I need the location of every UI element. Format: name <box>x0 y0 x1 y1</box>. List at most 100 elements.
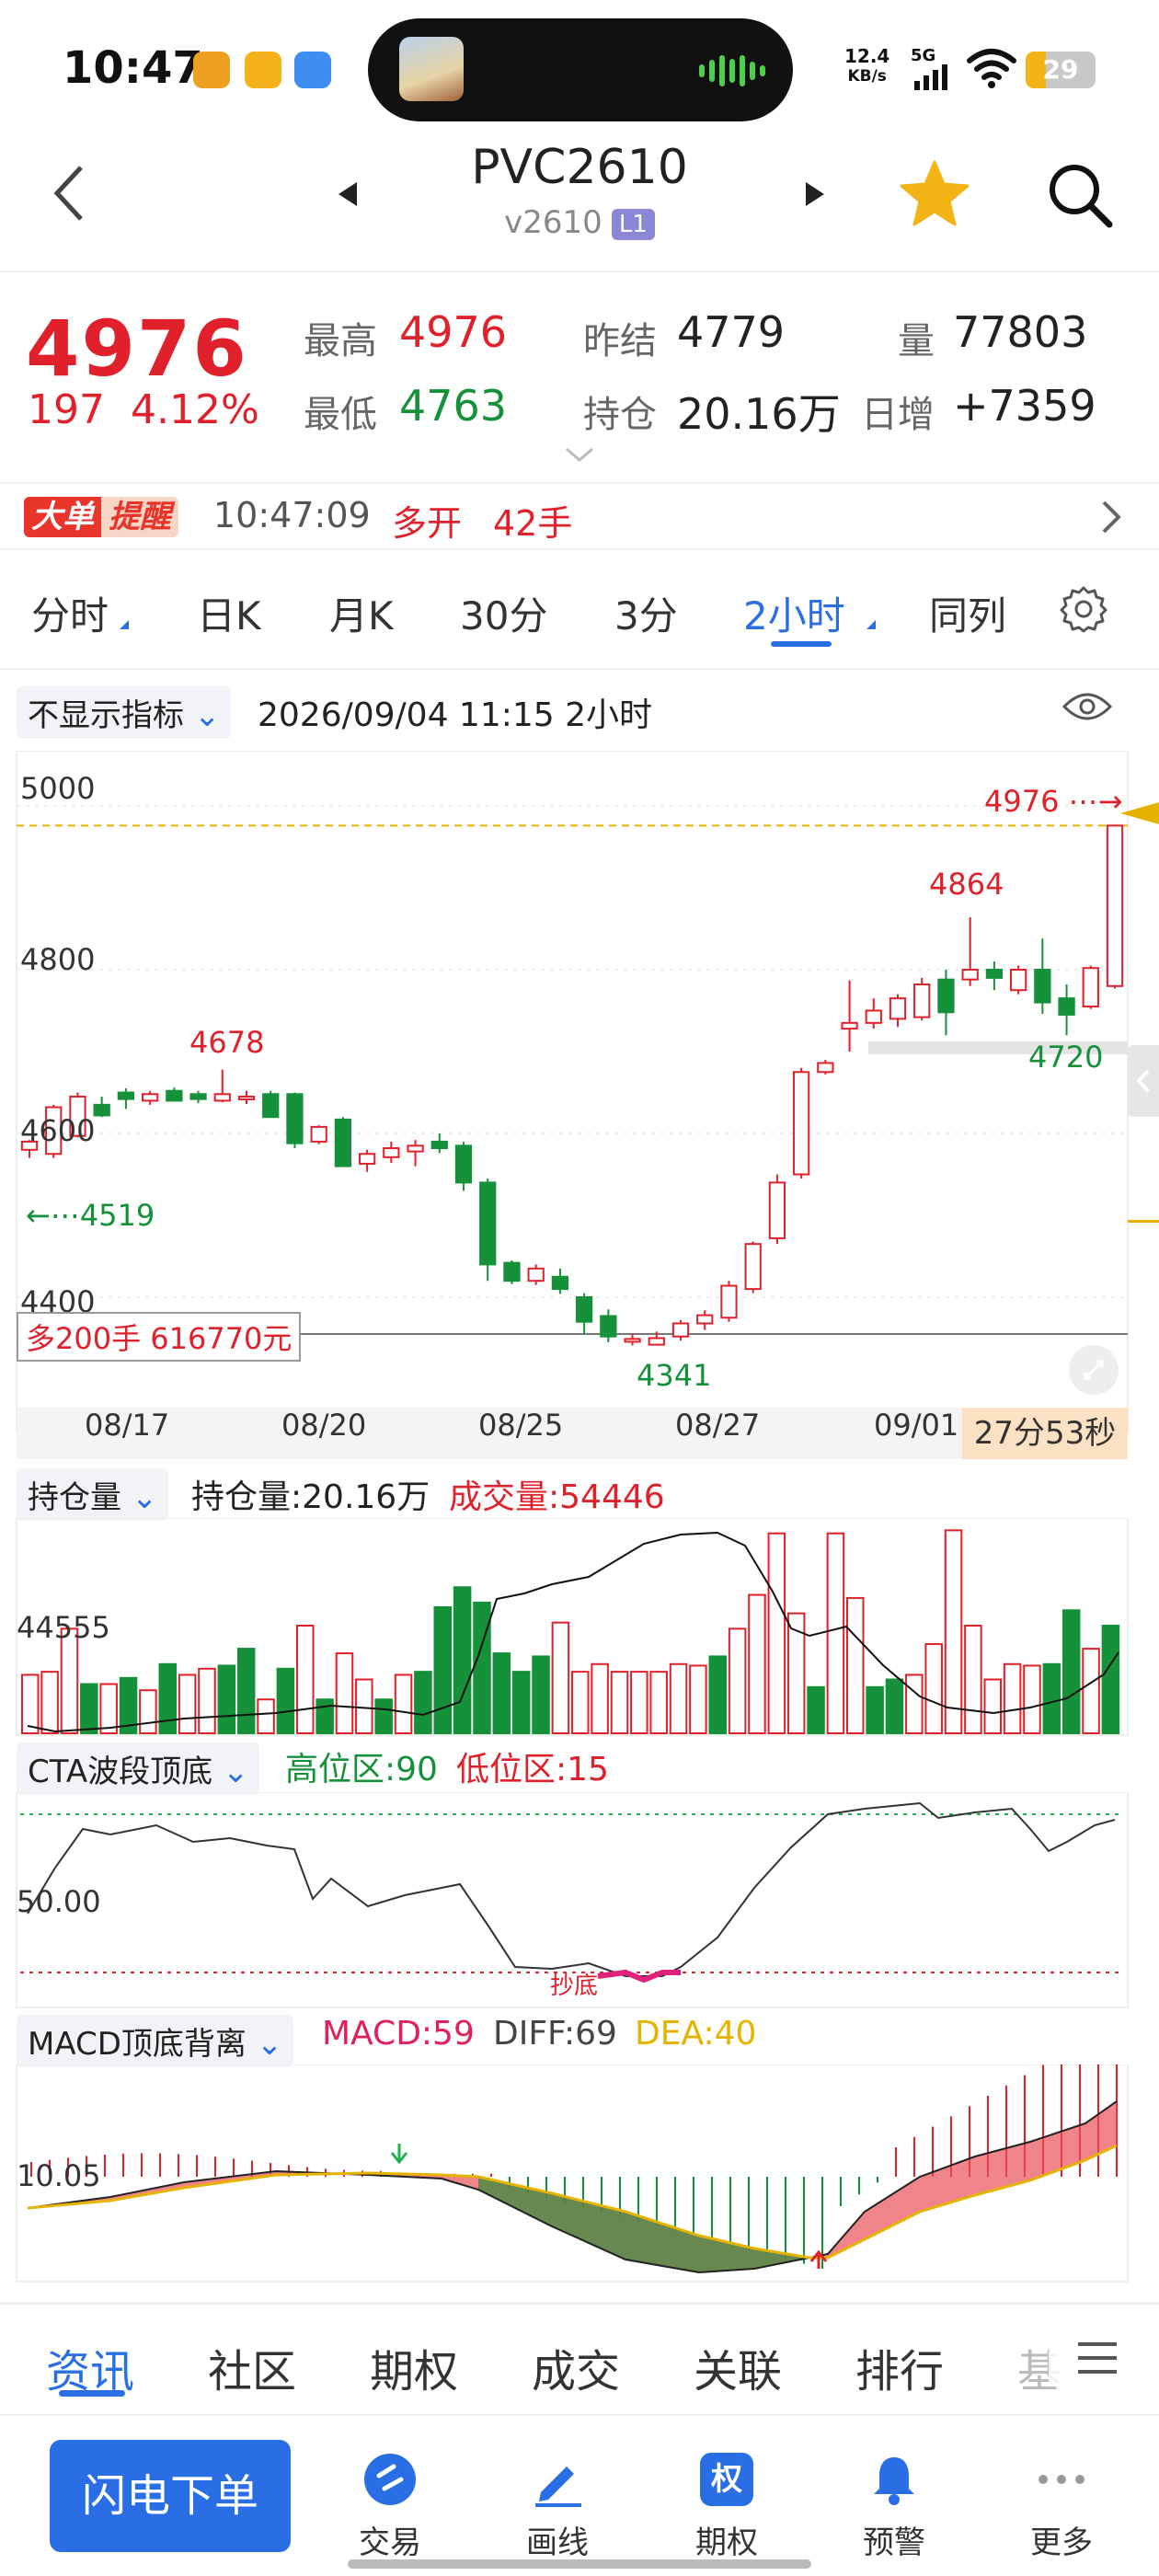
flash-order-button[interactable]: 闪电下单 <box>50 2440 291 2552</box>
tab-ranking[interactable]: 排行 <box>855 2335 944 2399</box>
volume-bar <box>178 1673 197 1735</box>
volume-value: 77803 <box>953 307 1088 357</box>
search-icon[interactable] <box>1045 160 1115 230</box>
dea-value: DEA:40 <box>635 2015 757 2053</box>
candle <box>141 1090 159 1105</box>
candle <box>671 1319 690 1341</box>
network-speed: 12.4 KB/s <box>844 45 890 86</box>
tab-3min[interactable]: 3分 <box>614 585 678 641</box>
candle <box>407 1140 424 1167</box>
prev-settle-label: 昨结 <box>583 320 657 362</box>
candle-body <box>407 1144 424 1153</box>
tab-30min[interactable]: 30分 <box>460 585 547 641</box>
candle-body <box>744 1243 762 1291</box>
dropdown-corner-icon <box>866 620 876 629</box>
volume-bar <box>257 1698 275 1735</box>
alert-button[interactable]: 预警 <box>839 2449 949 2562</box>
battery-indicator: 29 <box>1026 52 1096 88</box>
candle <box>696 1310 714 1330</box>
volume-bar <box>807 1685 825 1735</box>
candle <box>454 1141 473 1191</box>
tab-intraday[interactable]: 分时 <box>31 585 109 641</box>
macd-indicator-select[interactable]: MACD顶底背离 ⌄ <box>17 2015 294 2067</box>
indicator-select[interactable]: 不显示指标 ⌄ <box>17 686 232 739</box>
chart-datetime: 2026/09/04 11:15 2小时 <box>258 696 653 734</box>
candle <box>744 1241 762 1294</box>
tab-monthly[interactable]: 月K <box>329 585 394 641</box>
prev-settle-value: 4779 <box>677 307 786 357</box>
volume-bar <box>591 1662 609 1735</box>
chevron-down-icon: ⌄ <box>193 697 221 734</box>
last-price: 4976 <box>26 304 248 394</box>
candle-body <box>792 1071 810 1176</box>
candle <box>575 1293 593 1335</box>
candle <box>792 1067 810 1179</box>
chart-notification-icon <box>294 52 331 88</box>
hamburger-menu-icon[interactable] <box>1076 2340 1119 2375</box>
volume-bar <box>433 1605 453 1734</box>
candle-body <box>430 1140 448 1150</box>
candle-body <box>213 1093 231 1102</box>
price-pointer-icon <box>1120 802 1159 824</box>
oi-indicator-select[interactable]: 持仓量 ⌄ <box>17 1468 169 1521</box>
fullscreen-icon[interactable] <box>1069 1345 1119 1395</box>
candle <box>1082 965 1099 1009</box>
candle <box>262 1090 280 1119</box>
candle <box>720 1281 738 1322</box>
cta-indicator-select[interactable]: CTA波段顶底 ⌄ <box>17 1742 260 1795</box>
volume-bar <box>728 1627 747 1734</box>
volume-bar <box>414 1671 432 1734</box>
volume-bar <box>1003 1662 1022 1735</box>
volume-bar <box>826 1532 845 1735</box>
price-level-tick <box>1128 1220 1159 1223</box>
volume-oi-chart[interactable] <box>0 1518 1159 1737</box>
side-collapse-handle[interactable] <box>1128 1045 1159 1117</box>
chevron-down-icon: ⌄ <box>222 1754 249 1790</box>
candle-body <box>286 1093 304 1144</box>
volume-bar <box>158 1662 178 1735</box>
tab-daily[interactable]: 日K <box>197 585 261 641</box>
tab-trades[interactable]: 成交 <box>532 2335 620 2399</box>
bottom-signal-label: 抄底 <box>550 1972 599 2000</box>
chevron-right-icon[interactable] <box>1100 499 1124 535</box>
bar-countdown: 27分53秒 <box>962 1408 1128 1459</box>
tab-community[interactable]: 社区 <box>208 2335 296 2399</box>
tab-2hour[interactable]: 2小时 <box>743 585 845 641</box>
star-icon[interactable] <box>900 158 970 228</box>
y-tick: 50.00 <box>17 1884 101 1919</box>
volume-bar <box>236 1648 256 1734</box>
candle-body <box>985 969 1004 979</box>
status-bar: 10:47 12.4 KB/s 5G 29 <box>0 0 1159 138</box>
candle-body <box>768 1181 786 1239</box>
draw-line-button[interactable]: 画线 <box>502 2449 613 2562</box>
candle <box>237 1090 256 1104</box>
candle <box>166 1087 183 1102</box>
option-button[interactable]: 权 期权 <box>671 2449 782 2562</box>
candle <box>1058 984 1075 1036</box>
candle-body <box>166 1089 183 1102</box>
tab-options[interactable]: 期权 <box>370 2335 458 2399</box>
volume-value-text: 成交量:54446 <box>449 1478 665 1516</box>
high-label: 最高 <box>304 320 377 362</box>
page-title: PVC2610 <box>471 140 688 195</box>
candle-body <box>1082 967 1099 1008</box>
home-indicator[interactable] <box>348 2559 811 2569</box>
candle-body <box>937 978 955 1014</box>
down-arrow-signal-icon <box>390 2144 408 2165</box>
eye-icon[interactable] <box>1061 688 1113 725</box>
tab-same-column[interactable]: 同列 <box>929 585 1006 641</box>
volume-bar <box>198 1667 216 1734</box>
gear-icon[interactable] <box>1060 585 1107 633</box>
divider <box>0 548 1159 550</box>
trade-button[interactable]: 交易 <box>335 2449 445 2562</box>
candle-body <box>1034 969 1051 1004</box>
expand-chevron-icon[interactable] <box>563 445 596 464</box>
tab-related[interactable]: 关联 <box>694 2335 782 2399</box>
next-triangle-icon[interactable] <box>804 180 826 208</box>
more-button[interactable]: 更多 <box>1006 2449 1117 2562</box>
position-label[interactable]: 多200手 616770元 <box>17 1312 302 1362</box>
peak-label: 4864 <box>929 867 1004 902</box>
volume-bar <box>394 1673 413 1735</box>
divider <box>0 2302 1159 2305</box>
macd-chart[interactable] <box>0 2064 1159 2283</box>
